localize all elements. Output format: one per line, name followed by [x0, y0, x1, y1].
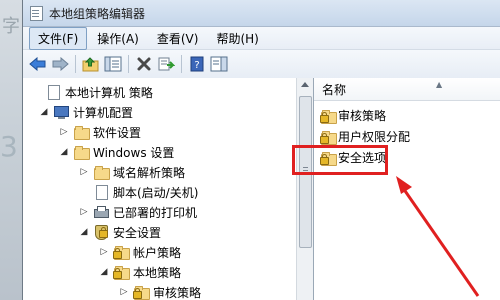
sort-ascending-icon: ▲ — [436, 80, 443, 89]
export-button[interactable] — [156, 54, 176, 74]
tree-node[interactable]: ▷ 域名解析策略 — [23, 162, 295, 182]
tree-node-label: 脚本(启动/关机) — [113, 185, 199, 200]
menu-bar: 文件(F) 操作(A) 查看(V) 帮助(H) — [23, 26, 500, 50]
collapsed-arrow-icon[interactable]: ▷ — [119, 287, 129, 297]
tree-node-label: 已部署的打印机 — [113, 205, 198, 220]
list-item[interactable]: 用户权限分配 — [314, 126, 500, 147]
back-button[interactable] — [28, 54, 48, 74]
tree-node-label: 计算机配置 — [73, 105, 134, 120]
collapsed-arrow-icon[interactable]: ▷ — [99, 247, 109, 257]
menu-view[interactable]: 查看(V) — [149, 28, 207, 49]
collapsed-arrow-icon[interactable]: ▷ — [79, 207, 89, 217]
collapsed-arrow-icon[interactable]: ▷ — [59, 127, 69, 137]
folder-icon — [73, 124, 90, 140]
folder-lock-icon — [113, 244, 130, 260]
console-tree-icon — [104, 56, 122, 72]
forward-arrow-icon — [52, 57, 69, 71]
tree-node[interactable]: ▷ 已部署的打印机 — [23, 202, 295, 222]
svg-text:?: ? — [194, 60, 199, 71]
tree-node[interactable]: 脚本(启动/关机) — [23, 182, 295, 202]
expanded-arrow-icon[interactable]: ◢ — [39, 107, 49, 117]
tree-node[interactable]: ◢ 计算机配置 — [23, 102, 295, 122]
security-settings-icon — [93, 224, 109, 240]
delete-x-icon — [137, 57, 151, 71]
tree-scrollbar[interactable] — [296, 78, 313, 300]
tree-node[interactable]: ▷ 帐户策略 — [23, 242, 295, 262]
action-pane-icon — [210, 56, 228, 72]
details-pane[interactable]: 名称 ▲ 审核策略 用户权限分配 安全选项 — [314, 78, 500, 300]
document-icon — [93, 184, 109, 200]
computer-icon — [53, 104, 69, 120]
tree-node[interactable]: ◢ Windows 设置 — [23, 142, 295, 162]
policy-editor-icon — [29, 6, 43, 21]
tree-node[interactable]: 本地计算机 策略 — [23, 82, 295, 102]
tree-node[interactable]: ◢ 本地策略 — [23, 262, 295, 282]
printer-icon — [93, 204, 109, 220]
console-tree-pane[interactable]: 本地计算机 策略 ◢ 计算机配置 ▷ 软件设置 ◢ Windows 设置 ▷ 域名解析策略 脚本(… — [23, 78, 314, 300]
help-book-icon: ? — [190, 56, 204, 72]
expanded-arrow-icon[interactable]: ◢ — [79, 227, 89, 237]
expanded-arrow-icon[interactable]: ◢ — [59, 147, 69, 157]
folder-up-icon — [82, 57, 99, 72]
column-header-name[interactable]: 名称 ▲ — [314, 78, 500, 101]
title-bar: 本地组策略编辑器 — [23, 0, 500, 27]
menu-action[interactable]: 操作(A) — [89, 28, 147, 49]
tree-node-label: 审核策略 — [153, 285, 202, 300]
tree-node-label: 软件设置 — [93, 125, 142, 140]
folder-lock-icon — [133, 284, 150, 300]
tree-node-label: 帐户策略 — [133, 245, 182, 260]
tree-node-label: 本地策略 — [133, 265, 182, 280]
scroll-up-arrow-icon[interactable] — [301, 82, 309, 87]
menu-file[interactable]: 文件(F) — [29, 26, 88, 50]
list-item-label: 审核策略 — [338, 109, 387, 123]
tree-node-label: 本地计算机 策略 — [65, 85, 153, 100]
list-item[interactable]: 审核策略 — [314, 105, 500, 126]
folder-lock-icon — [320, 108, 337, 124]
menu-help[interactable]: 帮助(H) — [208, 28, 266, 49]
folder-icon — [73, 144, 90, 160]
folder-lock-icon — [113, 264, 130, 280]
tree-node[interactable]: ◢ 安全设置 — [23, 222, 295, 242]
highlight-box — [292, 145, 388, 175]
group-policy-editor-window: 本地组策略编辑器 文件(F) 操作(A) 查看(V) 帮助(H) ? 本地计算机… — [22, 0, 500, 300]
list-item-label: 用户权限分配 — [338, 130, 411, 144]
expanded-arrow-icon[interactable]: ◢ — [99, 267, 109, 277]
back-arrow-icon — [29, 57, 46, 71]
console-tree: 本地计算机 策略 ◢ 计算机配置 ▷ 软件设置 ◢ Windows 设置 ▷ 域名解析策略 脚本(… — [23, 82, 295, 300]
column-header-label: 名称 — [322, 82, 347, 97]
tree-node-label: 域名解析策略 — [113, 165, 186, 180]
window-title: 本地组策略编辑器 — [49, 6, 146, 21]
delete-button[interactable] — [134, 54, 154, 74]
help-button[interactable]: ? — [187, 54, 207, 74]
no-expander — [31, 87, 41, 97]
forward-button[interactable] — [50, 54, 70, 74]
toolbar: ? — [23, 50, 500, 79]
show-action-pane-button[interactable] — [209, 54, 229, 74]
tree-node[interactable]: ▷ 审核策略 — [23, 282, 295, 300]
collapsed-arrow-icon[interactable]: ▷ — [79, 167, 89, 177]
document-icon — [45, 84, 61, 100]
tree-node[interactable]: ▷ 软件设置 — [23, 122, 295, 142]
tree-node-label: Windows 设置 — [93, 145, 175, 160]
export-list-icon — [158, 57, 175, 71]
no-expander — [79, 187, 89, 197]
tree-node-label: 安全设置 — [113, 225, 162, 240]
folder-icon — [93, 164, 110, 180]
show-tree-button[interactable] — [103, 54, 123, 74]
up-folder-button[interactable] — [81, 54, 101, 74]
folder-lock-icon — [320, 129, 337, 145]
